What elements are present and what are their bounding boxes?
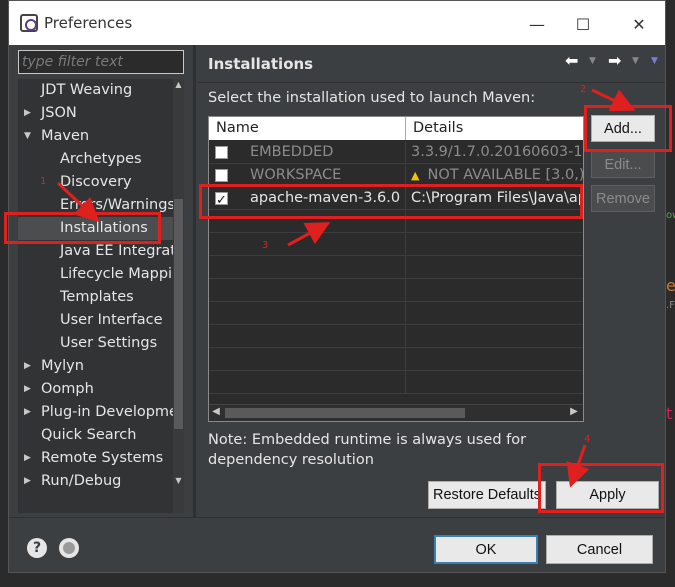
expand-arrow-icon[interactable]: ▶ (24, 401, 31, 424)
tree-item-label: Mylyn (41, 358, 84, 374)
expand-arrow-icon[interactable]: ▶ (24, 447, 31, 470)
ok-button[interactable]: OK (434, 535, 538, 564)
table-empty-row (209, 279, 583, 302)
column-header-details[interactable]: Details (406, 117, 583, 140)
table-header: Name Details (209, 117, 583, 140)
row-checkbox[interactable] (215, 169, 228, 182)
tree-vertical-scrollbar[interactable]: ▲ ▼ (173, 79, 184, 513)
page-description: Select the installation used to launch M… (208, 90, 536, 106)
annotation-box-maven-row (199, 184, 583, 219)
tree-item-lifecycle-mappings[interactable]: Lifecycle Mappings (18, 263, 173, 286)
note-text: Note: Embedded runtime is always used fo… (208, 430, 528, 470)
tree-item-label: Maven (41, 128, 90, 144)
annotation-number-1: 1 (40, 176, 47, 187)
forward-arrow-icon[interactable]: ➡ (608, 51, 621, 70)
table-empty-row (209, 371, 583, 394)
annotation-number-4: 4 (584, 434, 591, 445)
tree-item-oomph[interactable]: ▶ Oomph (18, 378, 173, 401)
row-details: NOT AVAILABLE [3.0,) (427, 167, 584, 183)
expand-arrow-icon[interactable]: ▶ (24, 378, 31, 401)
tree-item-label: Discovery (60, 174, 132, 190)
tree-item-label: User Interface (60, 312, 163, 328)
expand-arrow-icon[interactable]: ▶ (24, 355, 31, 378)
tree-item-label: Lifecycle Mappings (60, 266, 173, 282)
expand-arrow-icon[interactable]: ▶ (24, 470, 31, 493)
expand-arrow-icon[interactable]: ▶ (24, 102, 31, 125)
table-empty-row (209, 348, 583, 371)
annotation-number-2: 2 (580, 84, 587, 95)
annotation-number-3: 3 (262, 240, 269, 251)
ide-background-bottom (0, 573, 675, 587)
tree-item-label: Remote Systems (41, 450, 164, 466)
scrollbar-thumb[interactable] (225, 408, 465, 418)
tree-item-label: Archetypes (60, 151, 142, 167)
tree-item-remote-systems[interactable]: ▶ Remote Systems (18, 447, 173, 470)
tree-item-label: Plug-in Development (41, 404, 173, 420)
tree-item-label: Oomph (41, 381, 94, 397)
page-header: Installations ⬅ ▼ ➡ ▼ ▼ (198, 45, 665, 83)
column-header-name[interactable]: Name (209, 117, 406, 140)
tree-item-json[interactable]: ▶ JSON (18, 102, 173, 125)
scroll-right-icon[interactable]: ▶ (567, 406, 581, 417)
table-empty-row (209, 256, 583, 279)
ide-background-strip: ow e .F t (666, 0, 675, 587)
scroll-up-icon[interactable]: ▲ (173, 79, 184, 91)
cancel-button[interactable]: Cancel (546, 535, 653, 564)
collapse-arrow-icon[interactable]: ▼ (24, 125, 31, 148)
preferences-icon[interactable] (59, 538, 79, 558)
tree-item-label: Run/Debug (41, 473, 122, 489)
annotation-box-apply (538, 463, 664, 513)
tree-item-mylyn[interactable]: ▶ Mylyn (18, 355, 173, 378)
preference-tree: JDT Weaving ▶ JSON ▼ Maven Archetypes Disc… (18, 79, 184, 513)
title-bar: Preferences — ☐ ✕ (9, 1, 665, 45)
tree-item-user-interface[interactable]: User Interface (18, 309, 173, 332)
annotation-box-add (584, 105, 672, 152)
tree-item-jdt-weaving[interactable]: JDT Weaving (18, 79, 173, 102)
tree-item-templates[interactable]: Templates (18, 286, 173, 309)
remove-button[interactable]: Remove (591, 185, 655, 212)
tree-item-label: User Settings (60, 335, 158, 351)
tree-item-label: Templates (60, 289, 134, 305)
edit-button[interactable]: Edit... (591, 151, 655, 178)
table-empty-row (209, 302, 583, 325)
row-checkbox[interactable] (215, 146, 228, 159)
tree-item-run-debug[interactable]: ▶ Run/Debug (18, 470, 173, 493)
installations-table: Name Details EMBEDDED 3.3.9/1.7.0.201606… (208, 116, 584, 422)
back-dropdown-icon[interactable]: ▼ (589, 56, 596, 66)
annotation-box-installations (4, 212, 161, 244)
row-name: EMBEDDED (250, 144, 334, 160)
tree-item-user-settings[interactable]: User Settings (18, 332, 173, 355)
note-line-2: dependency resolution (208, 452, 374, 468)
tree-item-quick-search[interactable]: Quick Search (18, 424, 173, 447)
table-empty-row (209, 325, 583, 348)
scrollbar-thumb[interactable] (174, 199, 183, 429)
restore-defaults-button[interactable]: Restore Defaults (428, 481, 546, 509)
help-icon[interactable]: ? (27, 538, 47, 558)
tree-item-maven[interactable]: ▼ Maven (18, 125, 173, 148)
page-title: Installations (208, 55, 314, 73)
back-arrow-icon[interactable]: ⬅ (565, 51, 578, 70)
eclipse-app-icon (20, 14, 38, 32)
filter-input[interactable]: type filter text (18, 50, 184, 74)
tree-item-archetypes[interactable]: Archetypes (18, 148, 173, 171)
minimize-icon[interactable]: — (517, 9, 557, 39)
forward-dropdown-icon[interactable]: ▼ (632, 56, 639, 66)
window-title: Preferences (44, 14, 133, 32)
row-details: 3.3.9/1.7.0.20160603-1931 (406, 141, 583, 164)
footer-separator (9, 517, 665, 518)
tree-item-plugin-development[interactable]: ▶ Plug-in Development (18, 401, 173, 424)
table-horizontal-scrollbar[interactable]: ◀ ▶ (209, 404, 583, 421)
scroll-left-icon[interactable]: ◀ (209, 406, 223, 417)
close-icon[interactable]: ✕ (619, 9, 659, 39)
view-menu-icon[interactable]: ▼ (651, 56, 658, 66)
note-line-1: Note: Embedded runtime is always used fo… (208, 432, 527, 448)
tree-item-label: JDT Weaving (41, 82, 133, 98)
table-row[interactable]: EMBEDDED 3.3.9/1.7.0.20160603-1931 (209, 141, 583, 164)
maximize-icon[interactable]: ☐ (563, 9, 603, 39)
tree-item-label: JSON (41, 105, 77, 121)
scroll-down-icon[interactable]: ▼ (173, 475, 184, 487)
pane-divider[interactable] (193, 45, 196, 517)
tree-item-label: Quick Search (41, 427, 137, 443)
